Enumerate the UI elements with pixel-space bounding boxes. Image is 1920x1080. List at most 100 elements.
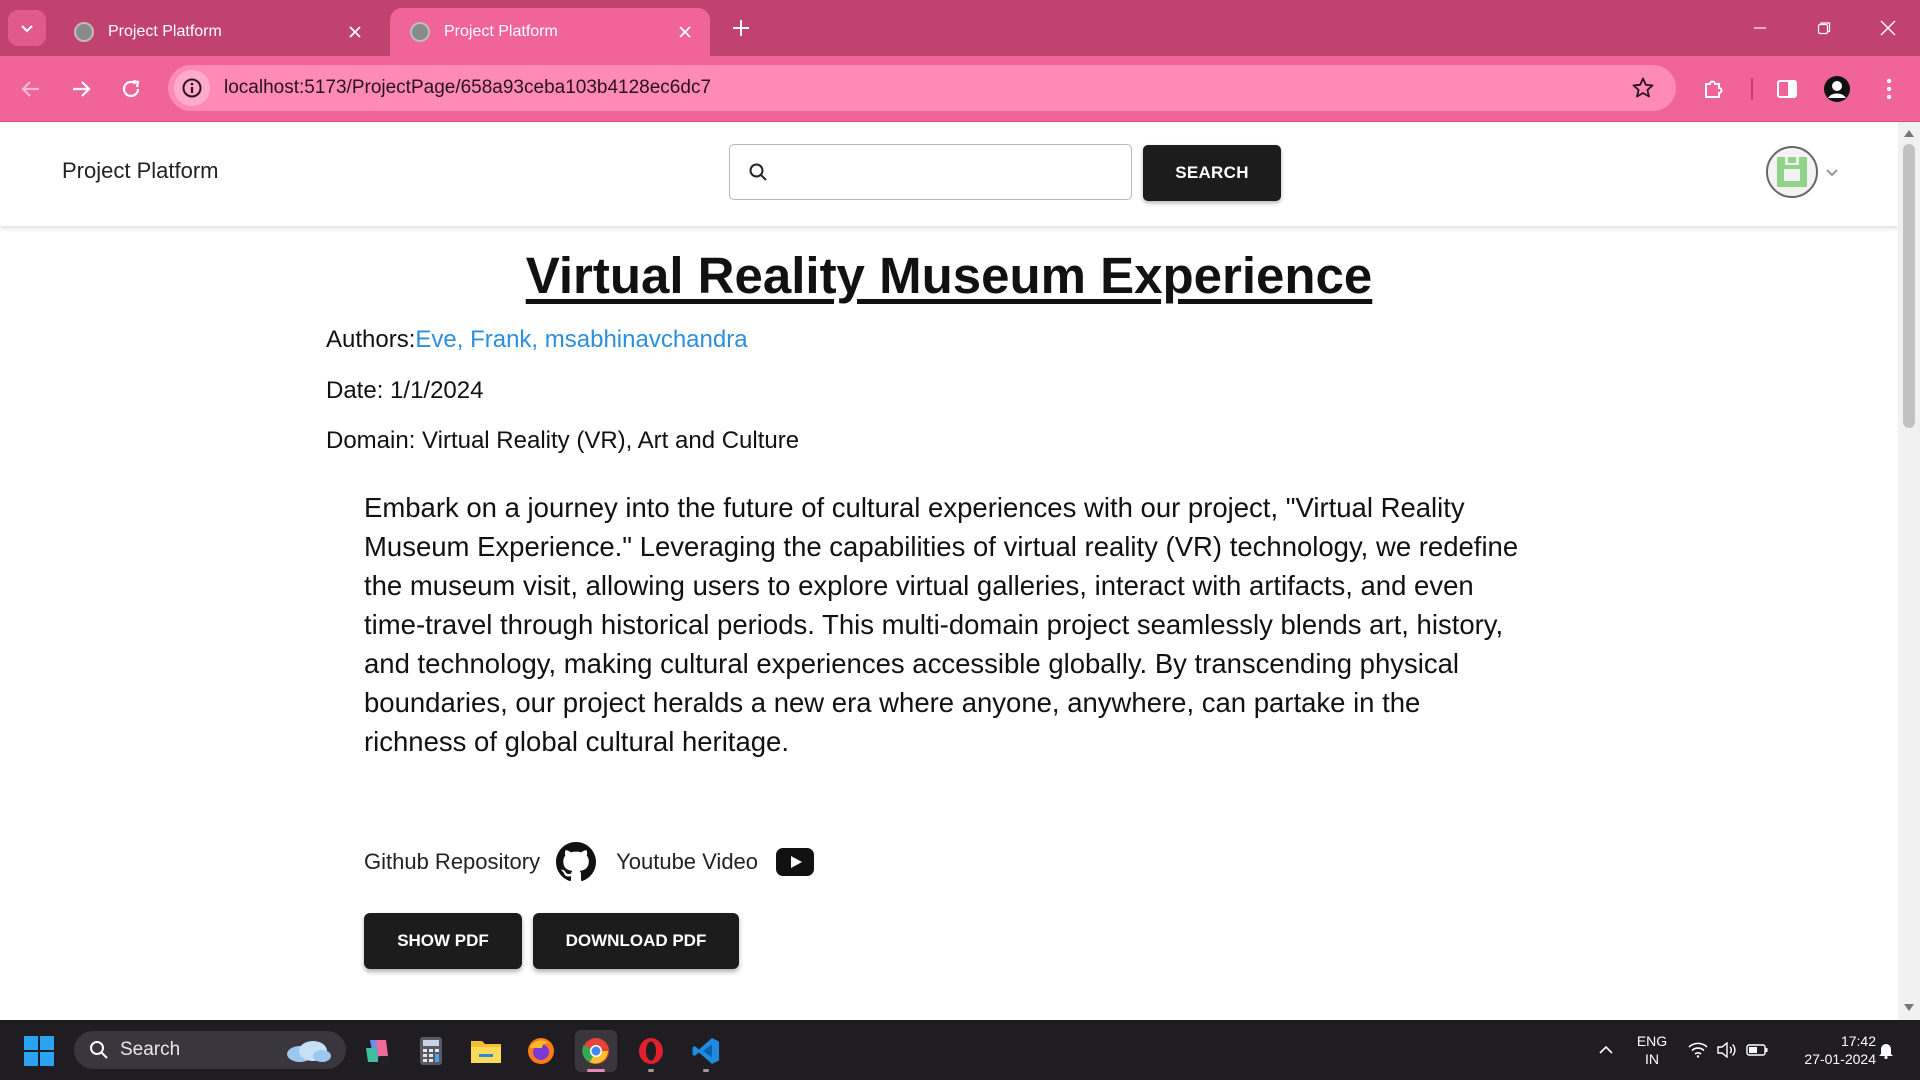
brand-name[interactable]: Project Platform	[62, 158, 219, 184]
search-input[interactable]	[780, 152, 1131, 192]
show-pdf-button[interactable]: SHOW PDF	[364, 913, 522, 969]
minimize-button[interactable]	[1736, 10, 1784, 46]
volume-icon[interactable]	[1714, 1020, 1740, 1080]
avatar-icon	[1775, 155, 1809, 189]
arrow-left-icon	[21, 81, 39, 97]
restore-button[interactable]	[1800, 10, 1848, 46]
date-value: 1/1/2024	[390, 377, 484, 404]
project-date: Date: 1/1/2024	[326, 377, 483, 405]
project-title: Virtual Reality Museum Experience	[525, 247, 1373, 304]
side-panel-button[interactable]	[1768, 70, 1806, 108]
user-menu[interactable]	[1766, 146, 1840, 198]
puzzle-icon	[1705, 80, 1723, 98]
copilot-icon[interactable]	[356, 1030, 398, 1072]
close-icon	[349, 26, 361, 38]
github-icon[interactable]	[556, 842, 597, 882]
project-description: Embark on a journey into the future of c…	[364, 492, 1519, 757]
battery-icon[interactable]	[1744, 1020, 1770, 1080]
browser-toolbar: localhost:5173/ProjectPage/658a93ceba103…	[0, 56, 1920, 122]
scroll-down-icon[interactable]	[1903, 1002, 1915, 1014]
tab-search-button[interactable]	[8, 10, 46, 46]
extensions-button[interactable]	[1694, 70, 1732, 108]
plus-icon	[733, 20, 749, 36]
vscode-icon[interactable]	[685, 1030, 727, 1072]
notification-bell-icon[interactable]	[1872, 1020, 1900, 1080]
wifi-icon[interactable]	[1684, 1020, 1712, 1080]
tab-title: Project Platform	[444, 23, 558, 40]
github-label: Github Repository	[364, 849, 541, 874]
tab-close-button[interactable]	[674, 21, 696, 43]
search-icon	[746, 160, 770, 184]
bookmark-button[interactable]	[1628, 73, 1658, 103]
clock[interactable]: 17:42 27-01-2024	[1780, 1032, 1876, 1068]
restore-icon	[1817, 22, 1831, 35]
profile-button[interactable]	[1818, 70, 1856, 108]
address-bar[interactable]: localhost:5173/ProjectPage/658a93ceba103…	[168, 65, 1676, 111]
reload-button[interactable]	[112, 70, 150, 108]
project-links: Github Repository Youtube Video	[364, 839, 815, 885]
show-hidden-icons-button[interactable]	[1592, 1020, 1620, 1080]
back-button[interactable]	[12, 70, 50, 108]
search-button[interactable]: SEARCH	[1143, 145, 1281, 201]
scroll-up-icon[interactable]	[1903, 127, 1915, 139]
weather-cloud-icon	[287, 1041, 331, 1062]
clock-date: 27-01-2024	[1804, 1051, 1876, 1067]
taskbar-search-label: Search	[120, 1039, 181, 1060]
arrow-right-icon	[73, 81, 91, 97]
project-domain: Domain: Virtual Reality (VR), Art and Cu…	[326, 427, 799, 455]
chevron-down-icon	[1824, 164, 1840, 180]
download-pdf-button[interactable]: DOWNLOAD PDF	[533, 913, 739, 969]
running-indicator	[703, 1069, 709, 1072]
globe-icon	[410, 22, 430, 42]
windows-start-icon[interactable]	[24, 1036, 54, 1066]
browser-tab-strip: Project Platform Project Platform	[0, 0, 1920, 56]
language-indicator[interactable]: ENG IN	[1630, 1032, 1674, 1068]
authors-link[interactable]: Eve, Frank, msabhinavchandra	[415, 326, 747, 353]
clock-time: 17:42	[1840, 1033, 1876, 1049]
language-code: ENG	[1636, 1033, 1668, 1049]
page-scrollbar[interactable]	[1898, 122, 1920, 1020]
opera-icon[interactable]	[630, 1030, 672, 1072]
url-text: localhost:5173/ProjectPage/658a93ceba103…	[224, 77, 712, 98]
domain-label: Domain:	[326, 427, 416, 454]
chevron-down-icon	[21, 25, 33, 33]
browser-menu-button[interactable]	[1870, 70, 1908, 108]
reload-icon	[122, 79, 140, 98]
close-icon	[679, 26, 691, 38]
star-icon	[1632, 77, 1654, 98]
browser-tab-1[interactable]: Project Platform	[54, 8, 380, 56]
close-window-button[interactable]	[1864, 10, 1912, 46]
authors-label: Authors:	[326, 326, 416, 353]
file-explorer-icon[interactable]	[465, 1030, 507, 1072]
domain-value: Virtual Reality (VR), Art and Culture	[422, 427, 800, 454]
tab-close-button[interactable]	[344, 21, 366, 43]
youtube-label: Youtube Video	[616, 849, 759, 874]
more-vertical-icon	[1886, 78, 1892, 100]
scroll-thumb[interactable]	[1903, 144, 1915, 428]
firefox-icon[interactable]	[520, 1030, 562, 1072]
new-tab-button[interactable]	[727, 14, 755, 42]
search-icon	[88, 1039, 110, 1061]
youtube-icon[interactable]	[776, 848, 815, 876]
browser-tab-2[interactable]: Project Platform	[390, 8, 710, 56]
chrome-icon[interactable]	[575, 1030, 617, 1072]
side-panel-icon	[1777, 80, 1797, 98]
app-header: Project Platform SEARCH	[0, 122, 1898, 226]
page-content: Project Platform SEARCH Virtual Reality	[0, 122, 1898, 1020]
site-info-button[interactable]	[174, 70, 210, 106]
taskbar-search[interactable]: Search	[74, 1031, 346, 1069]
avatar[interactable]	[1766, 146, 1818, 198]
forward-button[interactable]	[62, 70, 100, 108]
region-code: IN	[1645, 1051, 1659, 1067]
globe-icon	[74, 22, 94, 42]
active-indicator	[587, 1069, 605, 1072]
project-authors: Authors:Eve, Frank, msabhinavchandra	[326, 326, 748, 354]
chevron-up-icon	[1599, 1045, 1613, 1054]
minimize-icon	[1754, 27, 1766, 29]
close-icon	[1880, 20, 1896, 36]
toolbar-divider	[1751, 78, 1753, 100]
calculator-icon[interactable]	[410, 1030, 452, 1072]
info-icon	[182, 78, 202, 98]
taskbar: Search ENG IN 17:42 27-01-2024	[0, 1020, 1920, 1080]
running-indicator	[648, 1069, 654, 1072]
